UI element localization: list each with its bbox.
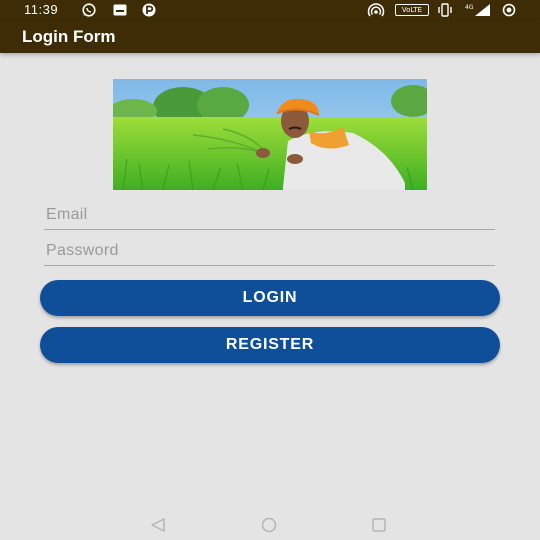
back-icon[interactable] [150,518,166,532]
status-bar: 11:39 VoLTE 4G [0,0,540,20]
signal-icon: 4G [465,4,490,16]
register-button[interactable]: REGISTER [40,327,500,363]
volte-badge: VoLTE [395,4,429,16]
login-button[interactable]: LOGIN [40,280,500,316]
hero-image [113,79,427,190]
password-field[interactable] [44,236,495,266]
navigation-bar [0,510,540,540]
recents-icon[interactable] [372,518,386,532]
whatsapp-icon [82,3,96,17]
status-time: 11:39 [24,2,59,17]
vibrate-icon [438,3,452,17]
app-title: Login Form [22,27,116,46]
home-icon[interactable] [261,517,277,533]
farmer-in-field-image [113,79,427,190]
message-icon [113,4,127,16]
hotspot-icon [367,3,385,17]
p-app-icon [142,3,156,17]
login-screen: 11:39 VoLTE 4G Login Form Email LOGIN RE… [0,0,540,540]
battery-icon [502,3,516,17]
app-bar: Login Form [0,20,540,53]
email-field[interactable] [44,200,495,230]
svg-text:4G: 4G [465,4,474,11]
